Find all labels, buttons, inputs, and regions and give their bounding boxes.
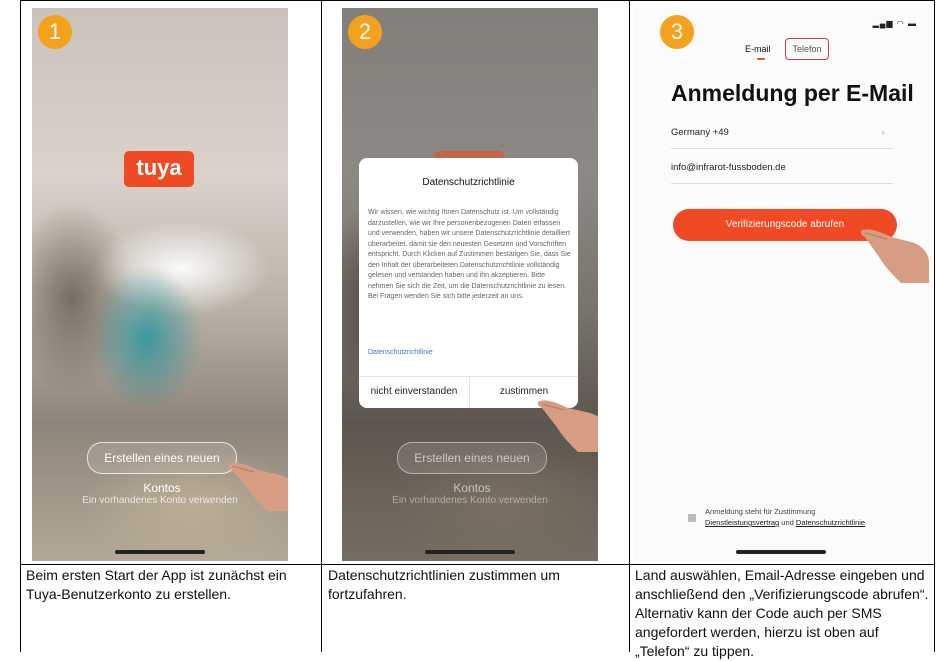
- step-badge: 1: [38, 15, 72, 49]
- decline-button[interactable]: nicht einverstanden: [359, 376, 469, 408]
- instruction-table: 1 tuya Erstellen eines neuen Kontos Ein …: [20, 0, 935, 659]
- dialog-body-text: Wir wissen, wie wichtig Ihnen Datenschut…: [368, 209, 571, 300]
- status-bar-icons: ▂▄▆ ◠ ▬: [873, 19, 917, 28]
- consent-and: und: [779, 518, 796, 527]
- phone-screen-1: 1 tuya Erstellen eines neuen Kontos Ein …: [32, 8, 288, 561]
- email-value: info@infrarot-fussboden.de: [671, 162, 786, 173]
- page-title: Anmeldung per E-Mail: [671, 80, 914, 106]
- home-indicator: [425, 550, 515, 554]
- consent-checkbox[interactable]: [688, 514, 696, 522]
- table-border-top: [20, 0, 935, 1]
- tab-email[interactable]: E-mail: [745, 44, 771, 54]
- pointing-hand-icon: [538, 400, 598, 452]
- tab-phone[interactable]: Telefon: [785, 38, 829, 60]
- step-badge: 2: [348, 15, 382, 49]
- table-divider-1: [321, 0, 322, 652]
- create-account-button: Erstellen eines neuen Kontos: [397, 442, 547, 495]
- privacy-dialog: Datenschutzrichtlinie Wir wissen, wie wi…: [359, 158, 578, 408]
- phone-screen-3: 3 ▂▄▆ ◠ ▬ E-mail Telefon Anmeldung per E…: [633, 8, 929, 561]
- caption-step-2: Datenschutzrichtlinien zustimmen um fort…: [328, 567, 560, 602]
- country-select[interactable]: Germany +49 ›: [671, 118, 893, 149]
- consent-text: Anmeldung steht für Zustimmung Dienstlei…: [705, 506, 865, 528]
- email-field[interactable]: info@infrarot-fussboden.de: [671, 153, 893, 184]
- consent-line: Anmeldung steht für Zustimmung: [705, 507, 816, 516]
- phone-screen-2: tuya 2 Erstellen eines neuen Kontos Ein …: [342, 8, 598, 561]
- home-indicator: [736, 550, 826, 554]
- step-badge: 3: [660, 15, 694, 49]
- battery-icon: ▬: [908, 19, 917, 28]
- pointing-hand-icon: [861, 229, 929, 283]
- table-row-divider: [20, 564, 935, 565]
- tab-email-underline: [757, 58, 765, 60]
- privacy-policy-link[interactable]: Datenschutzrichtlinie: [368, 349, 433, 356]
- country-value: Germany +49: [671, 127, 729, 138]
- pointing-hand-icon: [228, 462, 288, 511]
- wifi-icon: ◠: [896, 19, 905, 28]
- signal-icon: ▂▄▆: [872, 19, 894, 28]
- tuya-logo: tuya: [124, 151, 194, 187]
- caption-step-3: Land auswählen, Email-Adresse eingeben u…: [635, 567, 929, 659]
- table-border-right: [934, 0, 935, 652]
- chevron-right-icon: ›: [881, 127, 885, 139]
- use-existing-account-link: Ein vorhandenes Konto verwenden: [392, 495, 548, 506]
- privacy-policy-link[interactable]: Datenschutzrichtlinie: [796, 518, 865, 527]
- caption-step-1: Beim ersten Start der App ist zunächst e…: [26, 567, 287, 602]
- home-indicator: [115, 550, 205, 554]
- table-divider-2: [629, 0, 630, 652]
- create-account-button[interactable]: Erstellen eines neuen Kontos: [87, 442, 237, 495]
- service-agreement-link[interactable]: Dienstleistungsvertrag: [705, 518, 779, 527]
- table-border-left: [20, 0, 21, 652]
- dialog-title: Datenschutzrichtlinie: [422, 177, 515, 188]
